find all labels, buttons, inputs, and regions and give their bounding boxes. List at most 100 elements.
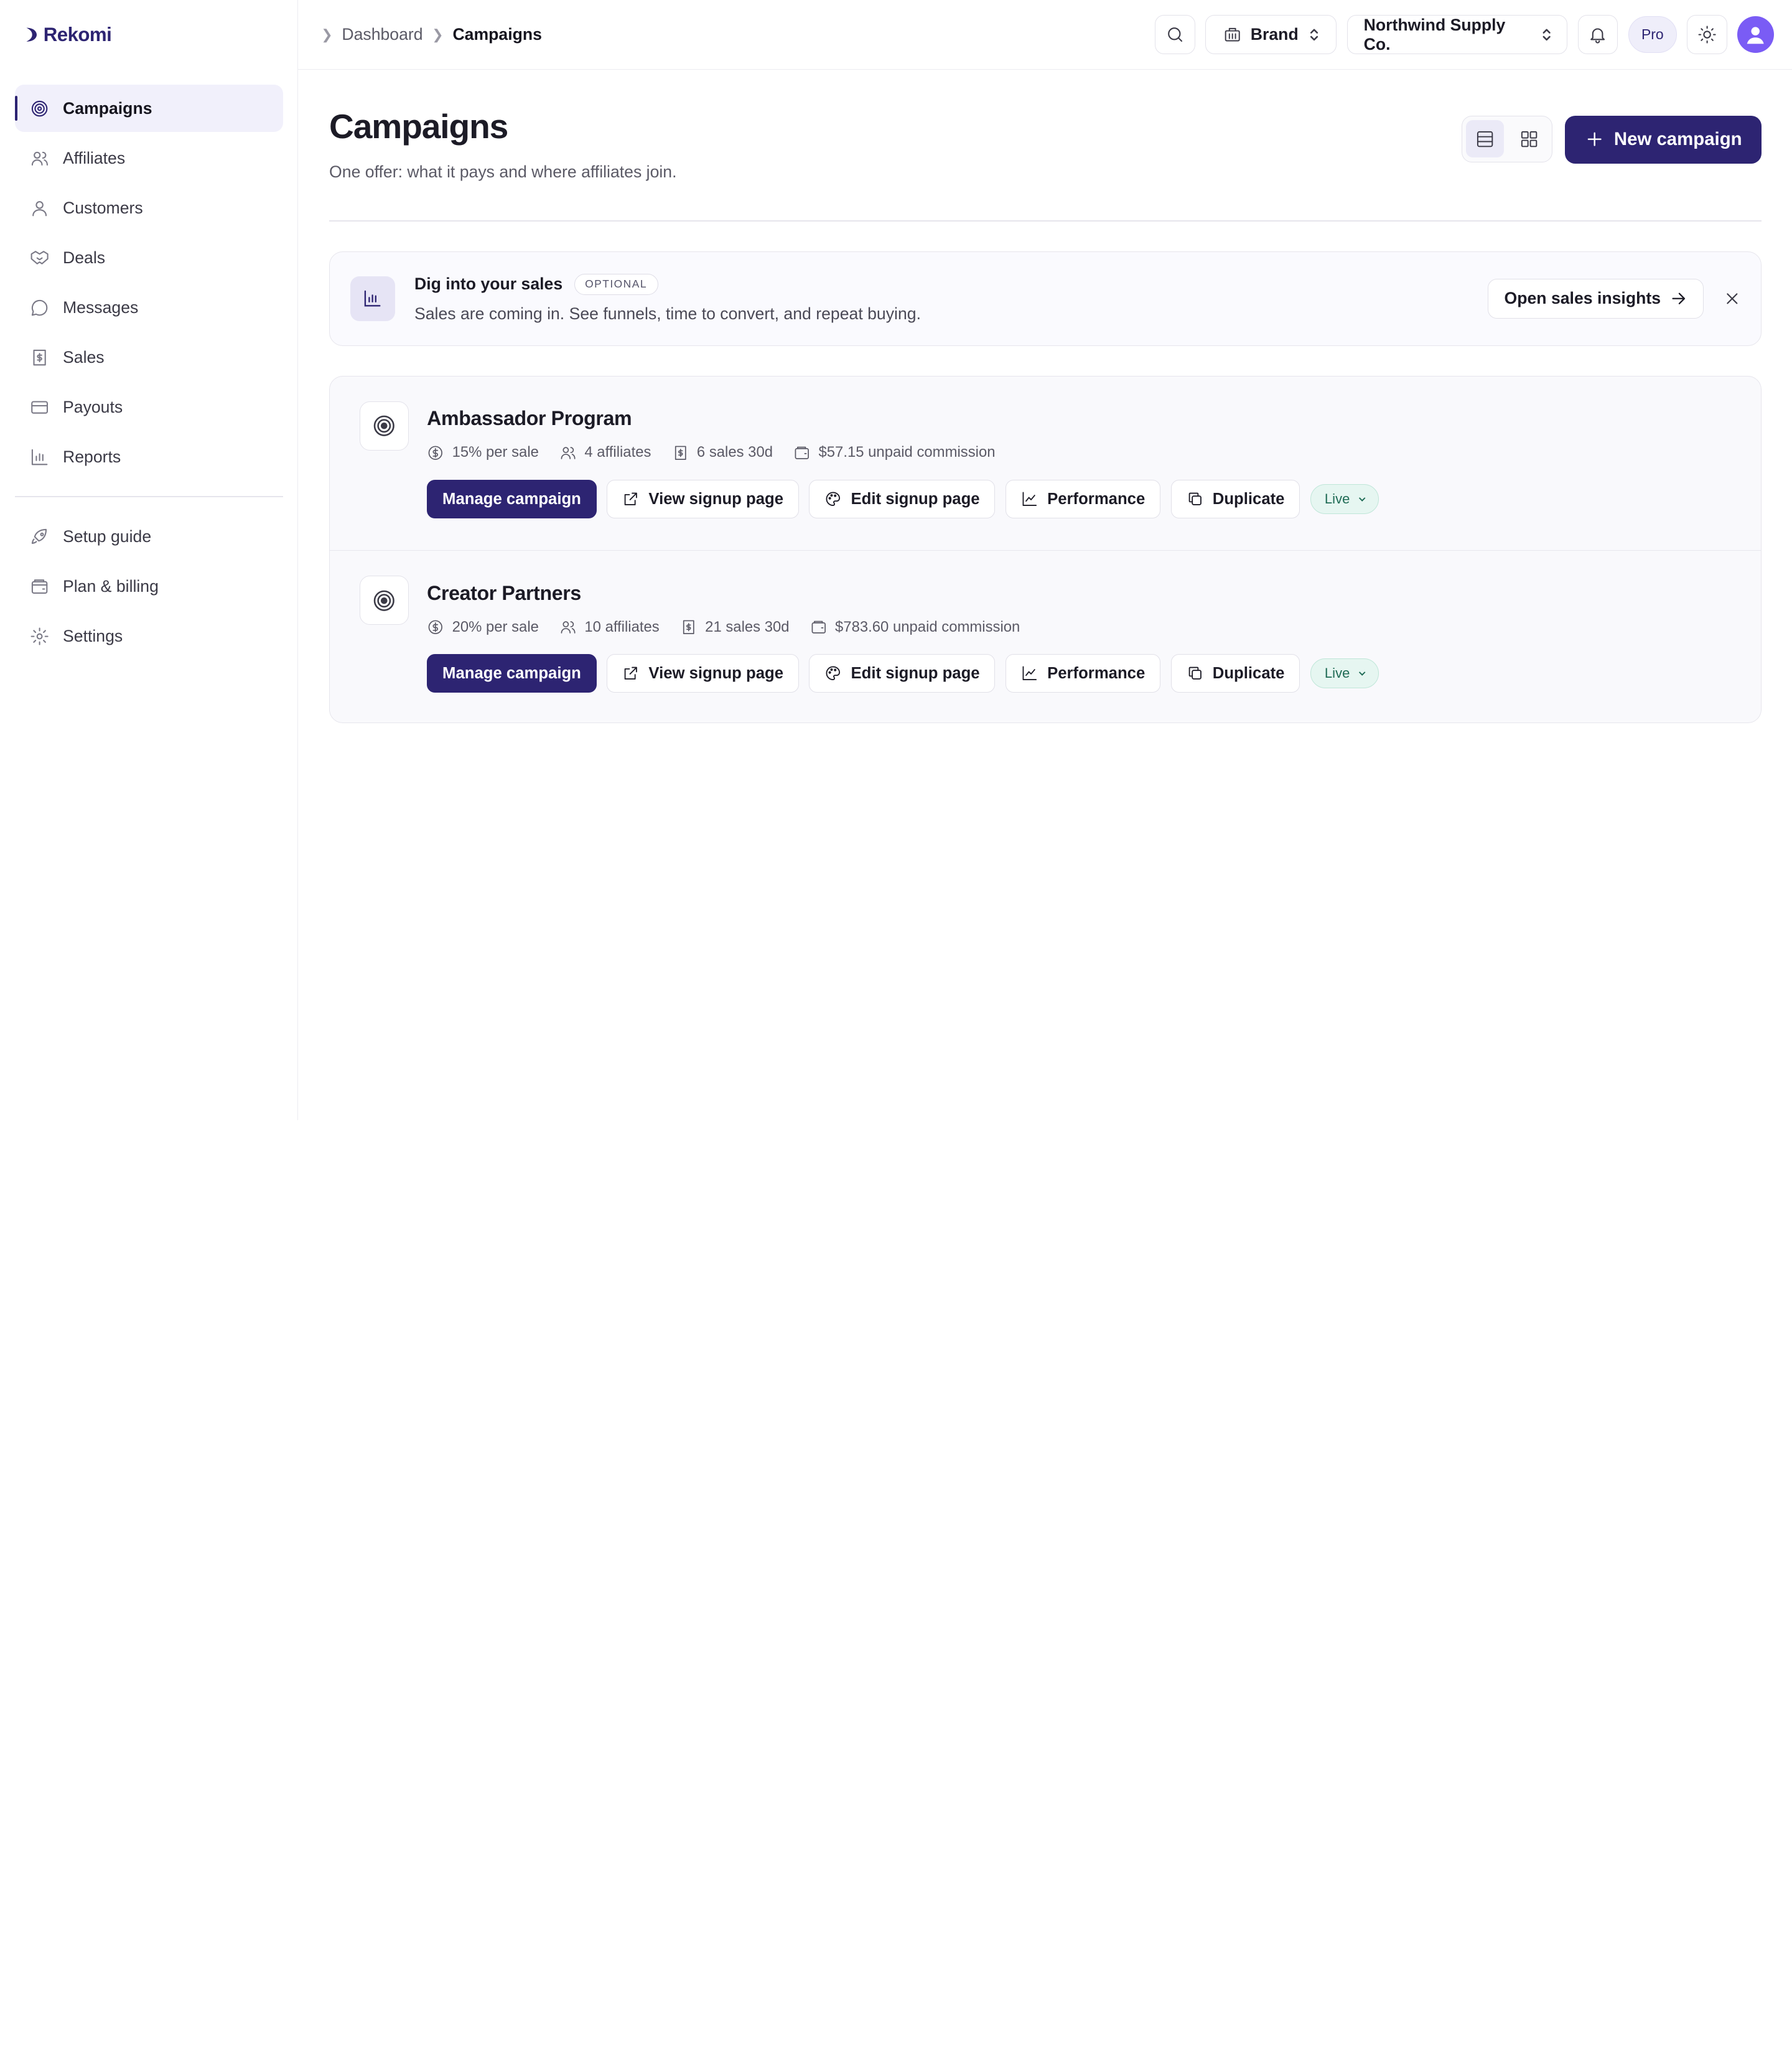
sidebar: Rekomi Campaigns Affiliates Customers De…	[0, 0, 299, 1121]
sidebar-item-reports[interactable]: Reports	[15, 433, 283, 480]
campaign-name[interactable]: Creator Partners	[427, 582, 1379, 605]
topbar-actions: Brand Northwind Supply Co. Pro	[1155, 15, 1775, 54]
target-icon	[359, 401, 409, 451]
arrow-right-icon	[1672, 292, 1685, 304]
campaign-name[interactable]: Ambassador Program	[427, 407, 1379, 430]
open-sales-insights-button[interactable]: Open sales insights	[1487, 278, 1704, 319]
rocket-icon	[31, 528, 47, 544]
edit-signup-label: Edit signup page	[851, 664, 980, 682]
sidebar-item-label: Messages	[63, 297, 139, 317]
role-select[interactable]: Brand	[1205, 15, 1337, 54]
search-button[interactable]	[1155, 15, 1195, 54]
line-chart-icon	[1022, 666, 1037, 681]
users-icon	[31, 151, 48, 166]
dollar-circle-icon	[428, 620, 443, 634]
role-select-value: Brand	[1250, 25, 1299, 44]
status-badge[interactable]: Live	[1310, 484, 1379, 514]
status-label: Live	[1324, 665, 1350, 681]
campaign-row: Ambassador Program 15% per sale 4 affili…	[330, 377, 1761, 550]
grid-view-button[interactable]	[1511, 120, 1549, 158]
duplicate-button[interactable]: Duplicate	[1170, 479, 1300, 519]
new-campaign-button[interactable]: New campaign	[1564, 115, 1762, 164]
page-subtitle: One offer: what it pays and where affili…	[329, 162, 677, 181]
sales-insights-banner: Dig into your sales OPTIONAL Sales are c…	[329, 251, 1762, 347]
sidebar-item-deals[interactable]: Deals	[15, 234, 283, 281]
sidebar-item-sales[interactable]: Sales	[15, 334, 283, 381]
manage-campaign-button[interactable]: Manage campaign	[427, 654, 597, 693]
view-signup-page-button[interactable]: View signup page	[607, 479, 799, 519]
receipt-icon	[683, 620, 694, 634]
manage-campaign-button[interactable]: Manage campaign	[427, 479, 597, 519]
sidebar-item-setup-guide[interactable]: Setup guide	[15, 513, 283, 560]
campaign-sales: 6 sales 30d	[696, 444, 773, 461]
breadcrumb-current: Campaigns	[452, 25, 542, 44]
sidebar-item-messages[interactable]: Messages	[15, 284, 283, 331]
edit-signup-label: Edit signup page	[851, 490, 980, 508]
new-campaign-label: New campaign	[1613, 129, 1742, 150]
building-icon	[1225, 27, 1240, 42]
list-view-button[interactable]	[1465, 119, 1504, 158]
workspace-select[interactable]: Northwind Supply Co.	[1346, 15, 1568, 54]
users-icon	[561, 621, 576, 634]
page-content: Campaigns One offer: what it pays and wh…	[298, 70, 1792, 724]
wallet-icon	[795, 446, 810, 459]
sidebar-item-campaigns[interactable]: Campaigns	[14, 84, 283, 133]
main-area: ❯ Dashboard ❯ Campaigns Brand Northwind …	[298, 0, 1792, 1120]
sidebar-item-payouts[interactable]: Payouts	[15, 383, 283, 431]
sidebar-divider	[14, 495, 283, 497]
edit-signup-page-button[interactable]: Edit signup page	[809, 654, 996, 693]
plus-icon	[1587, 133, 1602, 147]
target-icon	[31, 100, 48, 116]
campaign-list: Ambassador Program 15% per sale 4 affili…	[329, 375, 1762, 724]
avatar[interactable]	[1737, 16, 1775, 53]
close-icon[interactable]	[1724, 291, 1740, 307]
external-link-icon	[624, 667, 638, 680]
campaign-rate: 15% per sale	[452, 444, 539, 461]
receipt-icon	[33, 349, 46, 366]
brand-logo[interactable]: Rekomi	[15, 0, 283, 70]
view-signup-label: View signup page	[648, 490, 784, 508]
chevron-updown-icon	[1542, 29, 1551, 40]
performance-button[interactable]: Performance	[1006, 654, 1161, 693]
users-icon	[561, 446, 576, 459]
sidebar-item-label: Deals	[63, 248, 106, 267]
theme-toggle-button[interactable]	[1687, 15, 1727, 54]
sidebar-item-settings[interactable]: Settings	[15, 612, 283, 660]
edit-signup-page-button[interactable]: Edit signup page	[809, 479, 996, 519]
performance-button[interactable]: Performance	[1006, 479, 1161, 519]
user-icon	[32, 200, 47, 217]
breadcrumb-dashboard[interactable]: Dashboard	[342, 25, 422, 44]
wallet-icon	[811, 620, 826, 634]
target-icon	[359, 576, 409, 625]
sidebar-item-customers[interactable]: Customers	[15, 184, 283, 232]
view-signup-page-button[interactable]: View signup page	[607, 654, 799, 693]
status-badge[interactable]: Live	[1310, 658, 1379, 689]
campaign-row: Creator Partners 20% per sale 10 affilia…	[330, 550, 1761, 723]
page-header: Campaigns One offer: what it pays and wh…	[329, 104, 1762, 181]
campaign-unpaid: $57.15 unpaid commission	[818, 444, 996, 461]
sidebar-item-label: Plan & billing	[63, 577, 159, 596]
header-divider	[329, 220, 1762, 222]
plan-badge[interactable]: Pro	[1628, 16, 1677, 53]
view-signup-label: View signup page	[648, 664, 784, 682]
search-icon	[1167, 27, 1182, 42]
palette-icon	[826, 492, 841, 507]
line-chart-icon	[1022, 492, 1037, 507]
workspace-select-value: Northwind Supply Co.	[1363, 15, 1506, 54]
app-root: Rekomi Campaigns Affiliates Customers De…	[0, 0, 1792, 1121]
sun-icon	[1698, 26, 1716, 44]
duplicate-button[interactable]: Duplicate	[1170, 654, 1300, 693]
notifications-button[interactable]	[1577, 15, 1618, 54]
credit-card-icon	[30, 401, 48, 414]
copy-icon	[1188, 492, 1202, 506]
message-icon	[31, 299, 48, 316]
page-title: Campaigns	[329, 106, 508, 146]
performance-label: Performance	[1047, 490, 1146, 508]
sidebar-item-affiliates[interactable]: Affiliates	[15, 134, 283, 182]
gear-icon	[30, 627, 49, 645]
sidebar-item-label: Settings	[63, 627, 123, 646]
sidebar-item-label: Affiliates	[63, 148, 126, 167]
sidebar-item-plan-billing[interactable]: Plan & billing	[15, 563, 283, 610]
open-sales-insights-label: Open sales insights	[1504, 289, 1661, 308]
grid-view-icon	[1521, 131, 1538, 147]
